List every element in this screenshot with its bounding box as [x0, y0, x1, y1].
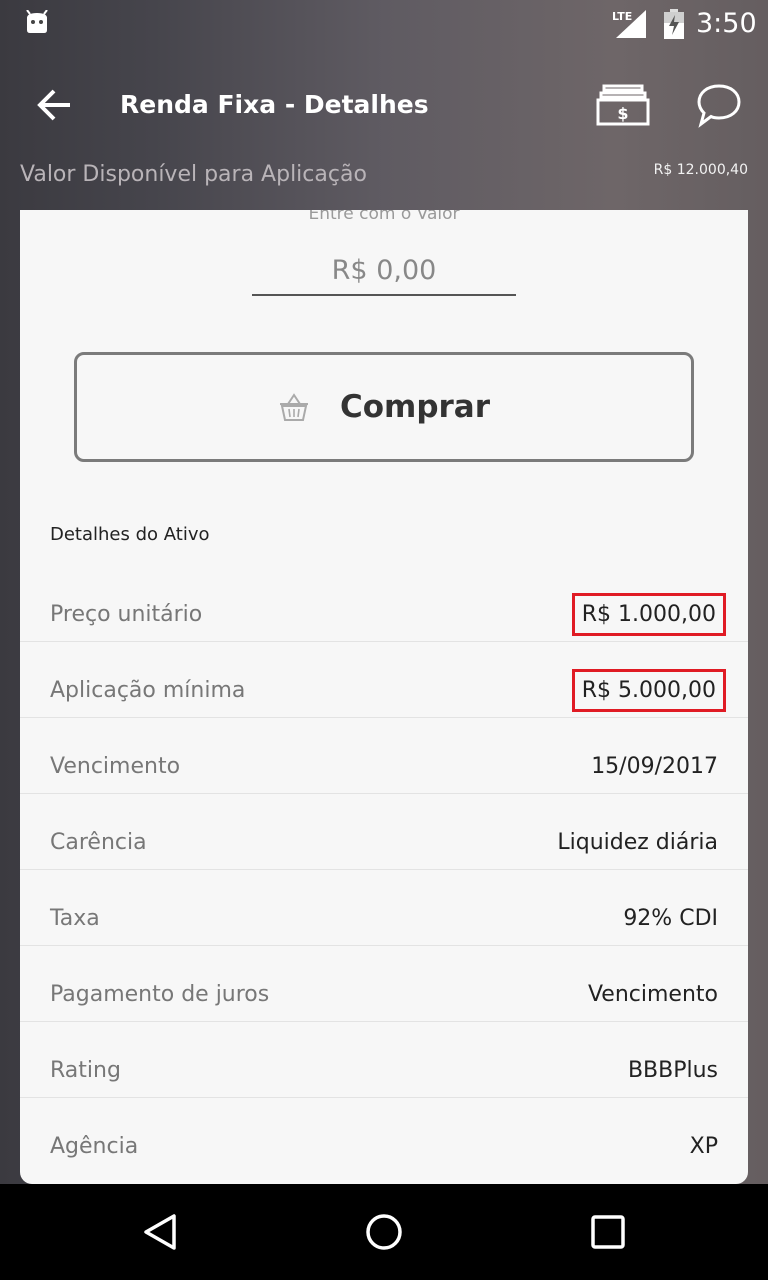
detail-value-highlighted: R$ 1.000,00: [571, 593, 726, 636]
detail-value: Vencimento: [587, 982, 718, 1007]
detail-value-highlighted: R$ 5.000,00: [571, 669, 726, 712]
details-section-title: Detalhes do Ativo: [50, 524, 210, 545]
basket-icon: [279, 393, 308, 421]
details-list: Preço unitário R$ 1.000,00 Aplicação mín…: [20, 566, 748, 1174]
detail-label: Taxa: [50, 906, 100, 931]
detail-row-interest-payment: Pagamento de juros Vencimento: [20, 946, 748, 1022]
detail-label: Rating: [50, 1058, 121, 1083]
android-icon: [26, 10, 48, 33]
buy-button-label: Comprar: [339, 389, 491, 425]
amount-hint: Entre com o Valor: [308, 210, 460, 224]
detail-row-grace-period: Carência Liquidez diária: [20, 794, 748, 870]
page-title: Renda Fixa - Detalhes: [120, 90, 429, 119]
detail-label: Preço unitário: [50, 602, 203, 627]
available-balance-row: Valor Disponível para Aplicação R$ 12.00…: [0, 158, 768, 198]
money-bills-icon[interactable]: $: [596, 84, 650, 126]
detail-value: XP: [689, 1134, 718, 1159]
detail-value: Liquidez diária: [557, 830, 718, 855]
signal-icon: [616, 10, 646, 38]
nav-back-icon[interactable]: [140, 1212, 180, 1252]
battery-icon: [664, 9, 684, 39]
nav-recents-icon[interactable]: [590, 1214, 626, 1250]
available-balance-value: R$ 12.000,40: [653, 162, 748, 178]
detail-value: BBBPlus: [627, 1058, 718, 1083]
detail-row-agency: Agência XP: [20, 1098, 748, 1174]
details-card: Entre com o Valor Comprar Detalhes do At…: [20, 210, 748, 1184]
detail-row-unit-price: Preço unitário R$ 1.000,00: [20, 566, 748, 642]
detail-row-rate: Taxa 92% CDI: [20, 870, 748, 946]
detail-value: 15/09/2017: [591, 754, 718, 779]
detail-label: Vencimento: [50, 754, 181, 779]
svg-text:$: $: [617, 104, 628, 123]
detail-row-rating: Rating BBBPlus: [20, 1022, 748, 1098]
detail-label: Agência: [50, 1134, 139, 1159]
detail-label: Carência: [50, 830, 147, 855]
available-balance-label: Valor Disponível para Aplicação: [20, 162, 367, 187]
buy-button[interactable]: Comprar: [74, 352, 694, 462]
nav-home-icon[interactable]: [364, 1212, 404, 1252]
detail-label: Aplicação mínima: [50, 678, 246, 703]
detail-row-minimum-investment: Aplicação mínima R$ 5.000,00: [20, 642, 748, 718]
amount-input[interactable]: [252, 246, 516, 296]
app-bar: Renda Fixa - Detalhes $: [0, 60, 768, 150]
detail-value: 92% CDI: [623, 906, 718, 931]
back-arrow-icon[interactable]: [36, 86, 74, 124]
status-bar: LTE 3:50: [0, 0, 768, 50]
detail-label: Pagamento de juros: [50, 982, 270, 1007]
system-nav-bar: [0, 1184, 768, 1280]
clock: 3:50: [696, 8, 757, 39]
detail-row-maturity: Vencimento 15/09/2017: [20, 718, 748, 794]
chat-bubble-icon[interactable]: [696, 82, 742, 128]
